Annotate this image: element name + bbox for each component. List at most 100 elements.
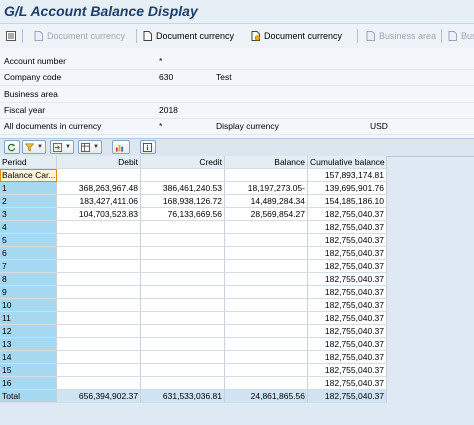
cell-credit[interactable] [141,260,225,273]
doc-currency-button-1[interactable]: Document currency [34,27,125,45]
table-row[interactable]: 9 182,755,040.37 [0,286,474,299]
cell-period[interactable]: 5 [0,234,57,247]
cell-cumulative[interactable]: 182,755,040.37 [308,364,387,377]
total-cell-debit[interactable]: 656,394,902.37 [57,390,141,403]
cell-debit[interactable] [57,338,141,351]
cell-cumulative[interactable]: 182,755,040.37 [308,377,387,390]
table-row[interactable]: 13 182,755,040.37 [0,338,474,351]
cell-balance[interactable] [225,299,308,312]
table-row[interactable]: 11 182,755,040.37 [0,312,474,325]
table-row[interactable]: 10 182,755,040.37 [0,299,474,312]
cell-credit[interactable] [141,299,225,312]
cell-debit[interactable] [57,169,141,182]
cell-debit[interactable]: 104,703,523.83 [57,208,141,221]
table-row[interactable]: 16 182,755,040.37 [0,377,474,390]
cell-period[interactable]: 1 [0,182,57,195]
cell-debit[interactable] [57,260,141,273]
cell-credit[interactable] [141,325,225,338]
doc-currency-button-3[interactable]: Document currency [251,27,342,45]
table-row[interactable]: 14 182,755,040.37 [0,351,474,364]
cell-cumulative[interactable]: 182,755,040.37 [308,208,387,221]
cell-balance[interactable]: 18,197,273.05- [225,182,308,195]
table-row[interactable]: 6 182,755,040.37 [0,247,474,260]
cell-cumulative[interactable]: 154,185,186.10 [308,195,387,208]
cell-cumulative[interactable]: 182,755,040.37 [308,325,387,338]
refresh-button[interactable] [4,140,20,154]
cell-cumulative[interactable]: 182,755,040.37 [308,234,387,247]
cell-debit[interactable] [57,273,141,286]
cell-period[interactable]: 13 [0,338,57,351]
table-row[interactable]: 3 104,703,523.83 76,133,669.56 28,569,854.2… [0,208,474,221]
cell-balance[interactable] [225,377,308,390]
cell-credit[interactable] [141,273,225,286]
cell-debit[interactable] [57,351,141,364]
cell-debit[interactable] [57,286,141,299]
cell-credit[interactable] [141,338,225,351]
cell-cumulative[interactable]: 182,755,040.37 [308,338,387,351]
cell-credit[interactable]: 76,133,669.56 [141,208,225,221]
cell-credit[interactable] [141,351,225,364]
cell-debit[interactable] [57,247,141,260]
total-cell-balance[interactable]: 24,861,865.56 [225,390,308,403]
cell-balance[interactable] [225,247,308,260]
table-row[interactable]: 8 182,755,040.37 [0,273,474,286]
table-row[interactable]: Balance Car... 157,893,174.81 [0,169,474,182]
sum-button[interactable]: ▼ [50,140,74,154]
cell-balance[interactable] [225,325,308,338]
cell-balance[interactable] [225,273,308,286]
cell-balance[interactable] [225,338,308,351]
cell-balance[interactable] [225,286,308,299]
cell-period[interactable]: 4 [0,221,57,234]
chart-button[interactable] [112,140,130,154]
table-row[interactable]: 5 182,755,040.37 [0,234,474,247]
cell-period[interactable]: 12 [0,325,57,338]
table-row[interactable]: 12 182,755,040.37 [0,325,474,338]
cell-period[interactable]: 7 [0,260,57,273]
table-row[interactable]: 4 182,755,040.37 [0,221,474,234]
table-row[interactable]: 7 182,755,040.37 [0,260,474,273]
cell-period[interactable]: 9 [0,286,57,299]
cell-period[interactable]: 3 [0,208,57,221]
cell-balance[interactable] [225,260,308,273]
filter-button[interactable]: ▼ [22,140,46,154]
cell-balance[interactable]: 14,489,284.34 [225,195,308,208]
cell-period[interactable]: 6 [0,247,57,260]
cell-balance[interactable] [225,351,308,364]
cell-credit[interactable] [141,247,225,260]
cell-balance[interactable] [225,169,308,182]
cell-period[interactable]: Balance Car... [0,169,57,182]
cell-credit[interactable]: 386,461,240.53 [141,182,225,195]
cell-credit[interactable] [141,286,225,299]
cell-debit[interactable] [57,234,141,247]
column-header-balance[interactable]: Balance [225,156,308,169]
cell-credit[interactable] [141,234,225,247]
cell-balance[interactable] [225,312,308,325]
cell-balance[interactable] [225,221,308,234]
cell-debit[interactable] [57,312,141,325]
total-row[interactable]: Total 656,394,902.37 631,533,036.81 24,861,… [0,390,474,403]
cell-period[interactable]: 8 [0,273,57,286]
cell-period[interactable]: 11 [0,312,57,325]
cell-cumulative[interactable]: 182,755,040.37 [308,312,387,325]
total-cell-period[interactable]: Total [0,390,57,403]
total-cell-cumulative[interactable]: 182,755,040.37 [308,390,387,403]
cell-period[interactable]: 14 [0,351,57,364]
cell-credit[interactable] [141,364,225,377]
bus-button[interactable]: Bus [448,27,474,45]
cell-debit[interactable] [57,364,141,377]
cell-credit[interactable] [141,377,225,390]
table-row[interactable]: 2 183,427,411.06 168,938,126.72 14,489,284.… [0,195,474,208]
cell-balance[interactable] [225,364,308,377]
cell-balance[interactable] [225,234,308,247]
cell-debit[interactable] [57,221,141,234]
cell-period[interactable]: 10 [0,299,57,312]
info-button[interactable] [140,140,156,154]
cell-debit[interactable]: 368,263,967.48 [57,182,141,195]
cell-cumulative[interactable]: 182,755,040.37 [308,299,387,312]
cell-cumulative[interactable]: 182,755,040.37 [308,247,387,260]
total-cell-credit[interactable]: 631,533,036.81 [141,390,225,403]
cell-period[interactable]: 15 [0,364,57,377]
cell-debit[interactable] [57,299,141,312]
cell-cumulative[interactable]: 182,755,040.37 [308,351,387,364]
cell-cumulative[interactable]: 182,755,040.37 [308,286,387,299]
